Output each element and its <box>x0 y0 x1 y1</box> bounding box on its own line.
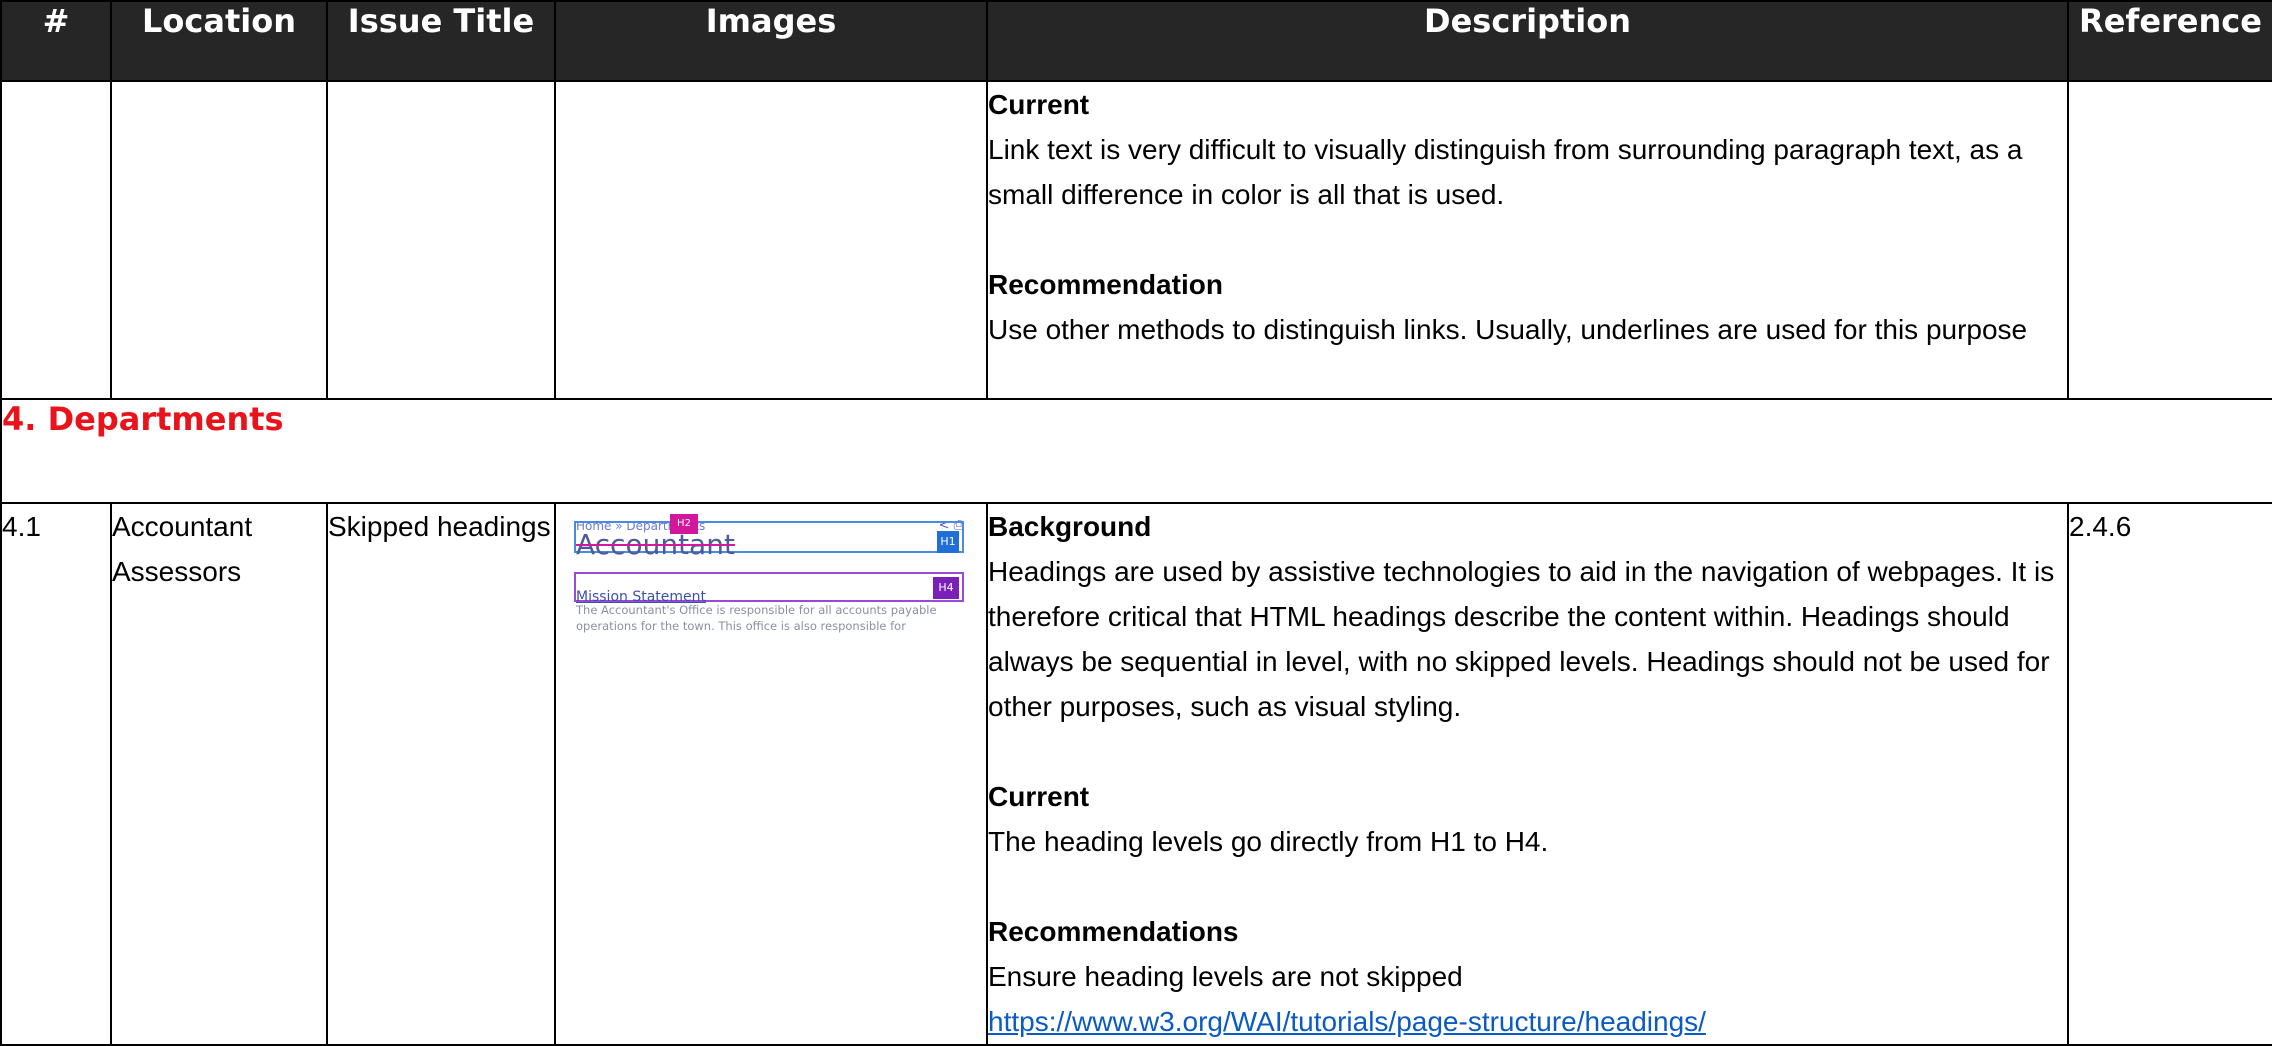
header-location: Location <box>110 0 328 82</box>
issue-title: Skipped headings <box>326 502 556 1046</box>
table-row: 4.1 Accountant Assessors Skipped heading… <box>0 502 2272 1046</box>
current-heading: Current <box>988 89 1090 120</box>
recommendations-text: Ensure heading levels are not skipped <box>988 961 1463 992</box>
row-number-cell <box>0 80 112 400</box>
thumb-heading: Accountant <box>576 528 735 561</box>
audit-table: # Location Issue Title Images Descriptio… <box>0 0 2272 1046</box>
row-images-cell <box>554 80 988 400</box>
background-heading: Background <box>988 511 1152 542</box>
row-description-cell: Current Link text is very difficult to v… <box>986 80 2069 400</box>
row-issue-title-cell <box>326 80 556 400</box>
header-issue-title: Issue Title <box>326 0 556 82</box>
h4-badge: H4 <box>933 577 959 599</box>
background-text: Headings are used by assistive technolog… <box>988 556 2055 722</box>
header-row: # Location Issue Title Images Descriptio… <box>0 0 2272 82</box>
current-heading: Current <box>988 781 1090 812</box>
current-text: The heading levels go directly from H1 t… <box>988 826 1549 857</box>
issue-reference: 2.4.6 <box>2067 502 2272 1046</box>
header-number: # <box>0 0 112 82</box>
recommendation-text: Use other methods to distinguish links. … <box>988 314 2028 345</box>
h2-badge: H2 <box>670 514 698 534</box>
header-reference: Reference <box>2067 0 2272 82</box>
issue-image-cell: Home » Departments < ⎙ H1 Accountant H2 … <box>554 502 988 1046</box>
h1-badge: H1 <box>937 531 959 553</box>
recommendation-heading: Recommendation <box>988 269 1223 300</box>
issue-description: Background Headings are used by assistiv… <box>986 502 2069 1046</box>
row-location-cell <box>110 80 328 400</box>
w3c-headings-link[interactable]: https://www.w3.org/WAI/tutorials/page-st… <box>988 1006 1706 1037</box>
heading-structure-screenshot: Home » Departments < ⎙ H1 Accountant H2 … <box>574 504 966 634</box>
section-title: 4. Departments <box>0 398 2272 504</box>
current-text: Link text is very difficult to visually … <box>988 134 2023 210</box>
recommendations-heading: Recommendations <box>988 916 1239 947</box>
issue-number: 4.1 <box>0 502 112 1046</box>
section-row: 4. Departments <box>0 398 2272 504</box>
header-description: Description <box>986 0 2069 82</box>
issue-location: Accountant Assessors <box>110 502 328 1046</box>
table-row: Current Link text is very difficult to v… <box>0 80 2272 400</box>
row-reference-cell <box>2067 80 2272 400</box>
thumb-paragraph: The Accountant's Office is responsible f… <box>576 603 937 633</box>
header-images: Images <box>554 0 988 82</box>
